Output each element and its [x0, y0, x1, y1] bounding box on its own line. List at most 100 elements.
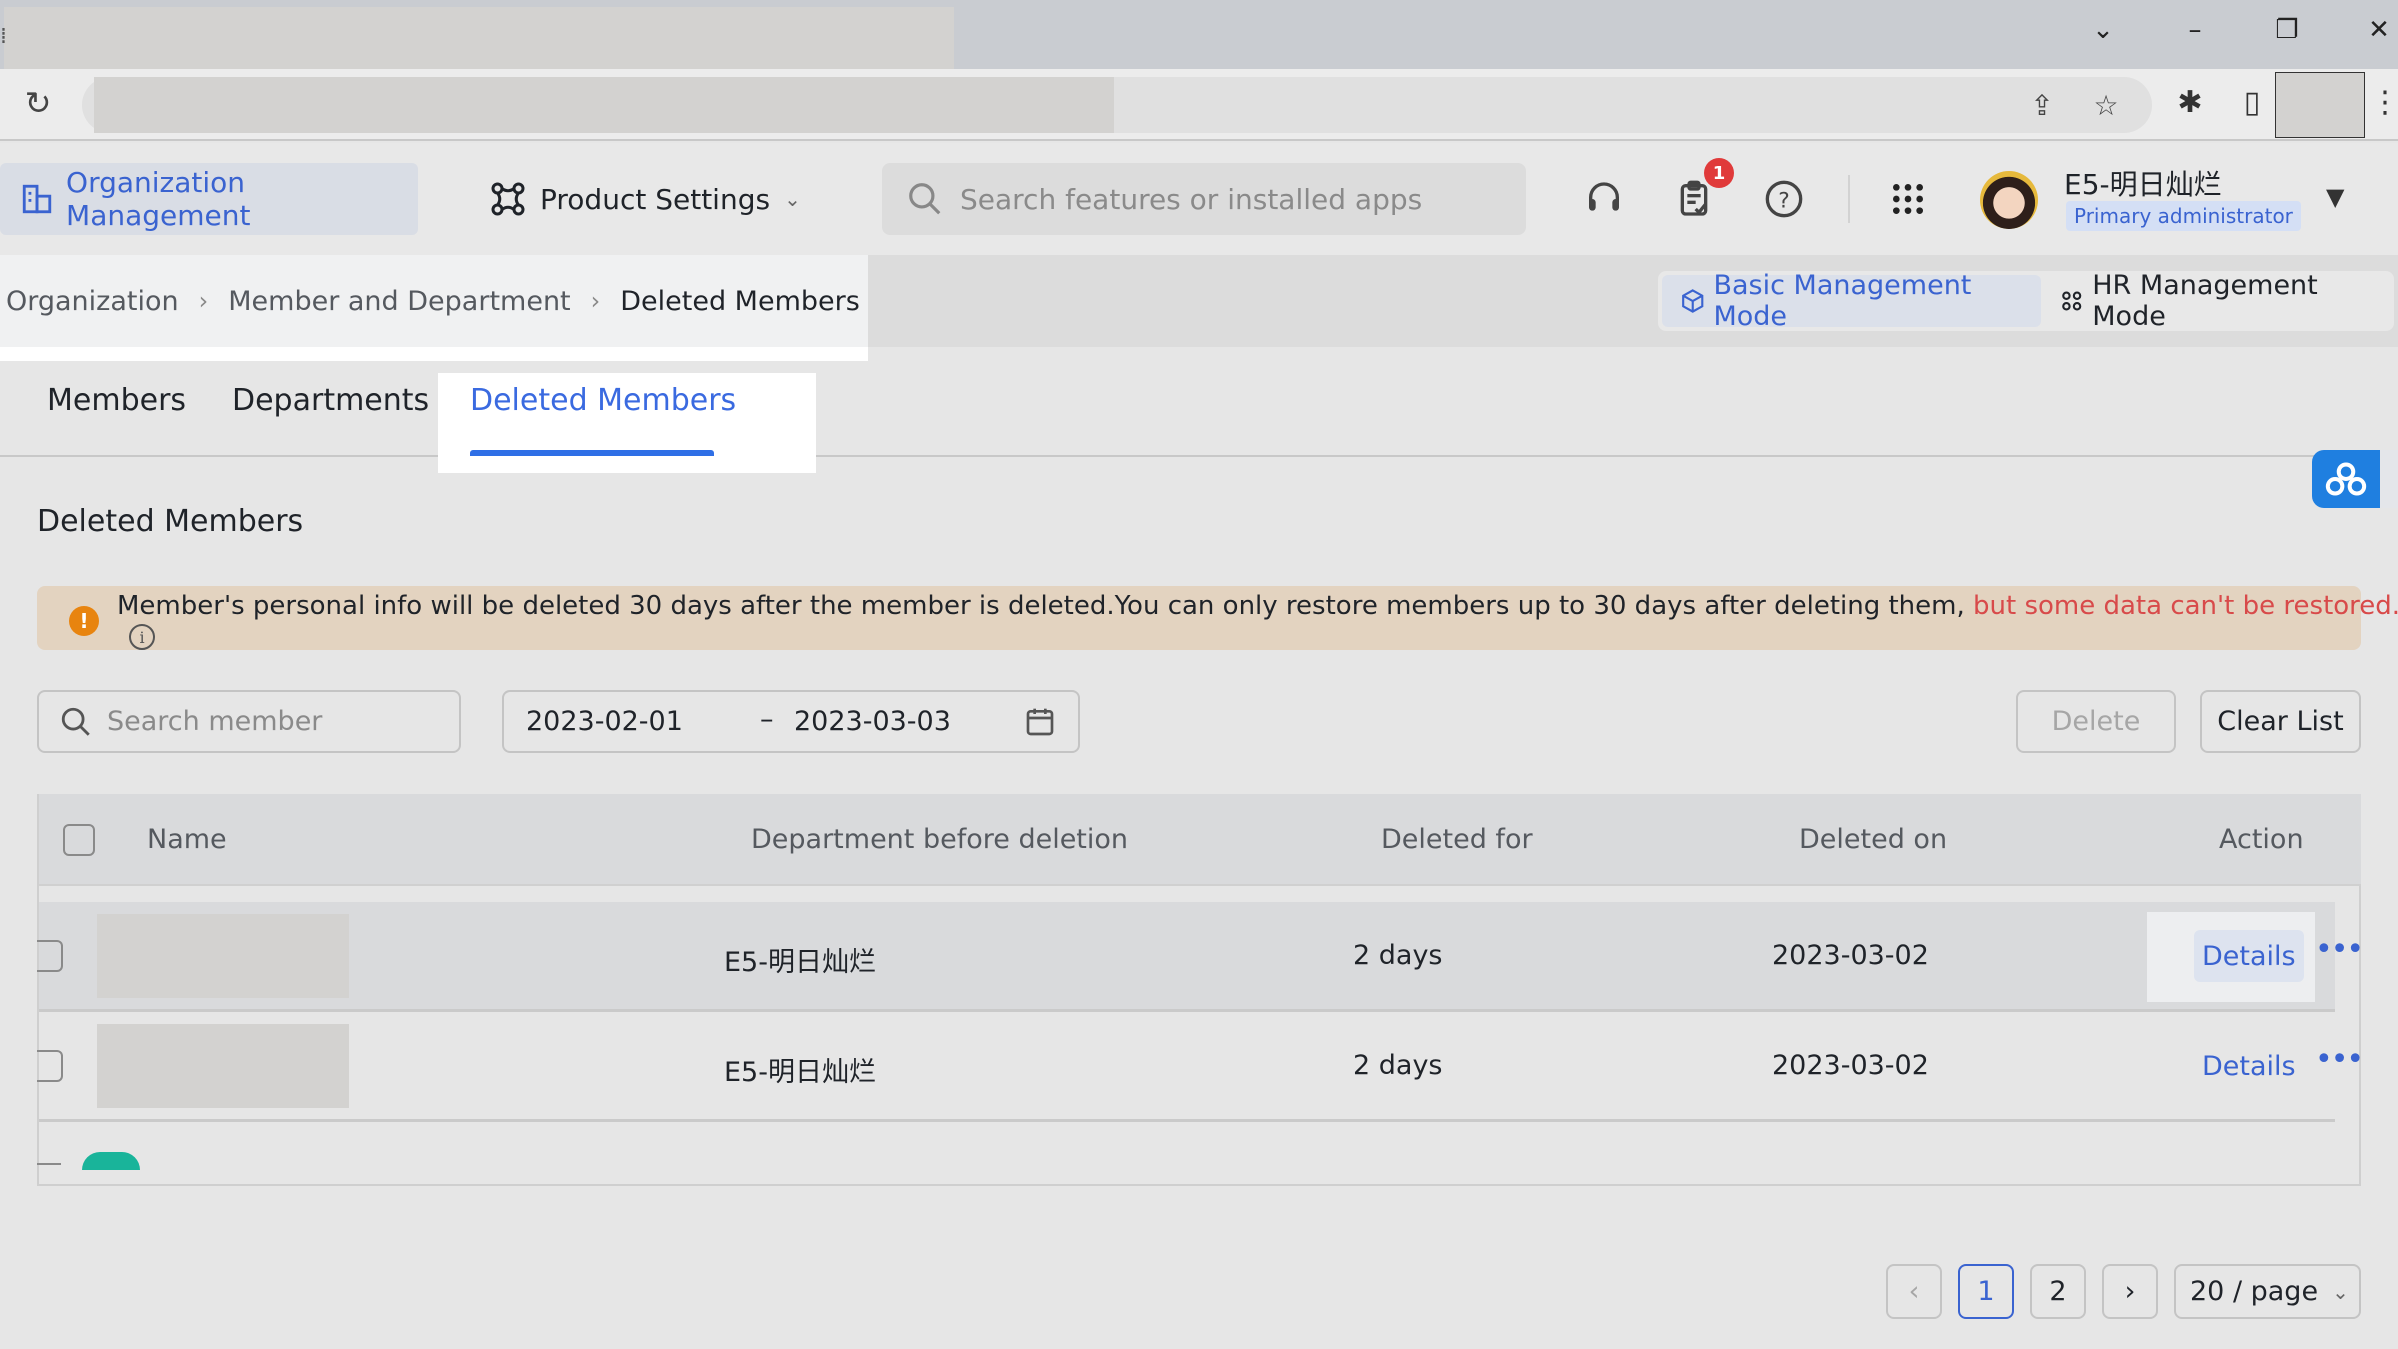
date-range-end[interactable]: 2023-03-03 — [794, 706, 951, 737]
breadcrumb: Organization › Member and Department › D… — [0, 255, 868, 361]
details-link[interactable]: Details — [2194, 930, 2304, 982]
product-settings-menu[interactable]: Product Settings ⌄ — [490, 163, 801, 235]
breadcrumb-separator-icon: › — [590, 287, 601, 315]
tab-search-chevron-icon[interactable]: ⌄ — [2078, 10, 2128, 50]
row-checkbox[interactable] — [37, 1050, 63, 1082]
row-checkbox[interactable] — [37, 940, 63, 972]
management-mode-switch: Basic Management Mode HR Management Mode — [1658, 270, 2394, 332]
organization-management-label: Organization Management — [66, 166, 251, 232]
product-settings-icon — [491, 182, 525, 216]
retention-alert: ! Member's personal info will be deleted… — [37, 586, 2398, 650]
people-group-icon — [2061, 291, 2082, 311]
alert-text: Member's personal info will be deleted 3… — [117, 591, 1974, 621]
deleted-for-cell: 2 days — [1353, 1050, 1443, 1081]
tab-departments[interactable]: Departments — [232, 383, 429, 418]
column-header-action: Action — [2219, 824, 2304, 855]
breadcrumb-member-and-department[interactable]: Member and Department — [228, 286, 570, 317]
app-grid-icon[interactable] — [1886, 177, 1930, 221]
share-icon[interactable]: ⇪ — [2024, 87, 2060, 123]
delete-button[interactable]: Delete — [2016, 690, 2176, 753]
hr-management-mode-label: HR Management Mode — [2092, 270, 2318, 332]
deleted-on-cell: 2023-03-02 — [1772, 940, 1929, 971]
breadcrumb-separator-icon: › — [198, 287, 209, 315]
date-range-picker[interactable]: 2023-02-01 – 2023-03-03 — [502, 690, 1080, 753]
column-header-deleted-for: Deleted for — [1381, 824, 1533, 855]
clear-list-button[interactable]: Clear List — [2200, 690, 2361, 753]
bookmark-star-icon[interactable]: ☆ — [2088, 87, 2124, 123]
extensions-puzzle-icon[interactable]: ✱ — [2170, 82, 2210, 122]
member-name-redacted — [97, 1024, 349, 1108]
deleted-on-cell: 2023-03-02 — [1772, 1050, 1929, 1081]
browser-tabstrip: ⁞ ⌄ – ❐ ✕ — [0, 0, 2398, 69]
department-cell: E5-明日灿烂 — [724, 1057, 876, 1088]
feature-search-placeholder: Search features or installed apps — [960, 182, 1423, 216]
pagination-page-1[interactable]: 1 — [1958, 1264, 2014, 1319]
member-tabs: Members Departments Deleted Members — [0, 347, 2398, 473]
warning-icon: ! — [69, 606, 99, 636]
url-redacted — [94, 77, 1114, 133]
info-icon[interactable]: i — [129, 624, 155, 650]
pagination-next-button[interactable]: › — [2102, 1264, 2158, 1319]
date-range-separator: – — [760, 704, 774, 735]
alert-warning-text: but some data can't be restored. — [1973, 591, 2398, 621]
basic-management-mode-button[interactable]: Basic Management Mode — [1662, 270, 2041, 332]
member-search-input[interactable]: Search member — [37, 690, 461, 753]
building-icon — [22, 184, 52, 214]
organization-management-button[interactable]: Organization Management — [0, 163, 418, 235]
user-avatar[interactable] — [1980, 171, 2038, 229]
pagination-prev-button[interactable]: ‹ — [1886, 1264, 1942, 1319]
browser-menu-icon[interactable]: ⋮ — [2370, 82, 2398, 122]
reload-icon[interactable]: ↻ — [18, 83, 58, 123]
cube-icon — [1682, 289, 1704, 313]
chevron-down-icon: ⌄ — [784, 187, 801, 211]
profile-button-redacted[interactable] — [2275, 72, 2365, 138]
select-all-checkbox[interactable] — [63, 824, 95, 856]
address-bar[interactable]: ⇪ ☆ — [82, 77, 2152, 133]
headset-support-icon[interactable] — [1582, 177, 1626, 221]
chevron-down-icon: ⌄ — [2332, 1279, 2349, 1304]
active-tab-indicator — [470, 450, 714, 456]
user-name: E5-明日灿烂 — [2064, 168, 2222, 201]
breadcrumb-deleted-members: Deleted Members — [620, 285, 860, 317]
help-icon[interactable]: ? — [1762, 177, 1806, 221]
date-range-start[interactable]: 2023-02-01 — [526, 706, 683, 737]
minimize-button[interactable]: – — [2170, 10, 2220, 50]
svg-text:?: ? — [1778, 188, 1790, 213]
search-icon — [61, 707, 90, 736]
table-header: Name Department before deletion Deleted … — [39, 794, 2361, 886]
more-actions-icon[interactable]: ••• — [2315, 932, 2364, 967]
column-header-name: Name — [147, 824, 227, 855]
tab-deleted-members[interactable]: Deleted Members — [470, 383, 736, 418]
member-search-placeholder: Search member — [107, 706, 323, 737]
tab-favicon-icon: ⁞ — [0, 24, 7, 49]
floating-assistant-button[interactable] — [2312, 450, 2398, 508]
deleted-for-cell: 2 days — [1353, 940, 1443, 971]
tab-members[interactable]: Members — [47, 383, 186, 418]
column-header-deleted-on: Deleted on — [1799, 824, 1948, 855]
page-size-select[interactable]: 20 / page ⌄ — [2174, 1264, 2361, 1319]
search-icon — [909, 183, 941, 215]
details-link[interactable]: Details — [2194, 1040, 2304, 1092]
partial-row-checkbox[interactable] — [37, 1163, 61, 1165]
table-row[interactable]: E5-明日灿烂 2 days 2023-03-02 Details ••• — [37, 902, 2364, 1012]
product-settings-label: Product Settings — [540, 182, 771, 216]
side-panel-icon[interactable]: ▯ — [2232, 82, 2272, 122]
breadcrumb-organization[interactable]: Organization — [6, 286, 179, 317]
browser-toolbar: ↻ ⇪ ☆ — [0, 69, 2398, 141]
page-size-value: 20 / page — [2190, 1276, 2319, 1307]
partial-row-avatar — [82, 1152, 140, 1170]
section-title: Deleted Members — [37, 504, 304, 539]
app-header: Organization Management Product Settings… — [0, 143, 2398, 255]
browser-tab-redacted[interactable] — [4, 7, 954, 69]
more-actions-icon[interactable]: ••• — [2315, 1042, 2364, 1077]
hr-management-mode-button[interactable]: HR Management Mode — [2041, 270, 2390, 332]
notification-badge: 1 — [1704, 158, 1734, 188]
assistant-logo-icon — [2325, 462, 2367, 496]
user-menu-caret-icon[interactable]: ▼ — [2326, 183, 2344, 211]
pagination-page-2[interactable]: 2 — [2030, 1264, 2086, 1319]
close-window-button[interactable]: ✕ — [2354, 10, 2398, 50]
feature-search-input[interactable]: Search features or installed apps — [882, 163, 1526, 235]
table-row[interactable]: E5-明日灿烂 2 days 2023-03-02 Details ••• — [37, 1012, 2364, 1122]
restore-button[interactable]: ❐ — [2262, 10, 2312, 50]
basic-management-mode-label: Basic Management Mode — [1713, 270, 1972, 332]
